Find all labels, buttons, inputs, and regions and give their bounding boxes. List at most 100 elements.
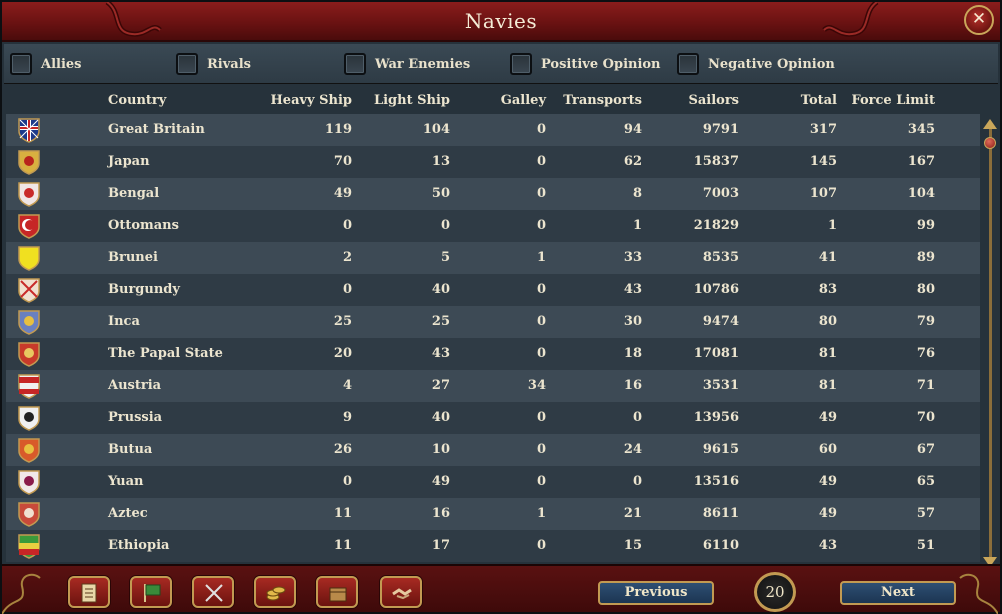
- column-header-galley[interactable]: Galley: [501, 93, 546, 108]
- negative-opinion-checkbox[interactable]: [677, 53, 699, 75]
- inca-flag-icon: [18, 310, 40, 335]
- column-header-total[interactable]: Total: [801, 93, 837, 108]
- column-header-country[interactable]: Country: [108, 93, 166, 108]
- sailors-cell: 13956: [693, 410, 739, 425]
- crossed-swords-icon: [205, 584, 223, 602]
- table-row[interactable]: Austria 4 27 34 16 3531 81 71: [6, 370, 980, 402]
- table-header: Country Heavy Ship Light Ship Galley Tra…: [6, 86, 980, 116]
- filter-positive-opinion[interactable]: Positive Opinion: [510, 52, 661, 76]
- force-limit-cell: 70: [916, 410, 935, 425]
- table-row[interactable]: Great Britain 119 104 0 94 9791 317 345: [6, 114, 980, 146]
- scrollbar[interactable]: [982, 119, 998, 567]
- diplomacy-button[interactable]: [380, 576, 422, 608]
- war-enemies-checkbox[interactable]: [344, 53, 366, 75]
- table-row[interactable]: Ottomans 0 0 0 1 21829 1 99: [6, 210, 980, 242]
- country-name-cell[interactable]: Yuan: [108, 474, 143, 489]
- force-limit-cell: 65: [916, 474, 935, 489]
- column-header-force-limit[interactable]: Force Limit: [851, 93, 935, 108]
- transports-cell: 21: [623, 506, 642, 521]
- country-name-cell[interactable]: The Papal State: [108, 346, 223, 361]
- table-row[interactable]: Butua 26 10 0 24 9615 60 67: [6, 434, 980, 466]
- country-name-cell[interactable]: Ethiopia: [108, 538, 169, 553]
- allies-checkbox[interactable]: [10, 53, 32, 75]
- country-name-cell[interactable]: Japan: [108, 154, 150, 169]
- country-name-cell[interactable]: Inca: [108, 314, 140, 329]
- positive-opinion-checkbox[interactable]: [510, 53, 532, 75]
- filter-rivals[interactable]: Rivals: [176, 52, 251, 76]
- ethiopia-flag-icon: [18, 534, 40, 559]
- close-button[interactable]: ✕: [964, 5, 994, 35]
- table-row[interactable]: Yuan 0 49 0 0 13516 49 65: [6, 466, 980, 498]
- galley-cell: 0: [536, 282, 546, 297]
- column-header-heavy-ship[interactable]: Heavy Ship: [271, 93, 352, 108]
- total-cell: 317: [809, 122, 837, 137]
- table-row[interactable]: Aztec 11 16 1 21 8611 49 57: [6, 498, 980, 530]
- bottom-bar: Previous 20 Next: [2, 564, 1000, 614]
- heavy-ship-cell: 26: [333, 442, 352, 457]
- total-cell: 49: [818, 474, 837, 489]
- economy-button[interactable]: [254, 576, 296, 608]
- sailors-cell: 10786: [693, 282, 739, 297]
- country-name-cell[interactable]: Burgundy: [108, 282, 180, 297]
- filter-label: Positive Opinion: [541, 56, 661, 72]
- military-button[interactable]: [192, 576, 234, 608]
- sailors-cell: 8535: [702, 250, 739, 265]
- next-button[interactable]: Next: [840, 581, 956, 605]
- column-header-sailors[interactable]: Sailors: [688, 93, 739, 108]
- total-cell: 107: [809, 186, 837, 201]
- corner-ornament-icon: [2, 573, 41, 614]
- sailors-cell: 3531: [702, 378, 739, 393]
- galley-cell: 1: [536, 250, 546, 265]
- country-name-cell[interactable]: Austria: [108, 378, 161, 393]
- heavy-ship-cell: 119: [324, 122, 352, 137]
- heavy-ship-cell: 2: [342, 250, 352, 265]
- table-row[interactable]: Ethiopia 11 17 0 15 6110 43 51: [6, 530, 980, 562]
- table-row[interactable]: The Papal State 20 43 0 18 17081 81 76: [6, 338, 980, 370]
- table-row[interactable]: Prussia 9 40 0 0 13956 49 70: [6, 402, 980, 434]
- total-cell: 60: [818, 442, 837, 457]
- galley-cell: 0: [536, 122, 546, 137]
- force-limit-cell: 345: [907, 122, 935, 137]
- galley-cell: 0: [536, 154, 546, 169]
- country-name-cell[interactable]: Aztec: [108, 506, 148, 521]
- heavy-ship-cell: 11: [333, 506, 352, 521]
- column-header-light-ship[interactable]: Light Ship: [374, 93, 450, 108]
- table-row[interactable]: Japan 70 13 0 62 15837 145 167: [6, 146, 980, 178]
- previous-button[interactable]: Previous: [598, 581, 714, 605]
- transports-cell: 30: [623, 314, 642, 329]
- table-row[interactable]: Brunei 2 5 1 33 8535 41 89: [6, 242, 980, 274]
- light-ship-cell: 16: [431, 506, 450, 521]
- prussia-flag-icon: [18, 406, 40, 431]
- rivals-checkbox[interactable]: [176, 53, 198, 75]
- galley-cell: 0: [536, 538, 546, 553]
- sailors-cell: 9474: [702, 314, 739, 329]
- country-name-cell[interactable]: Prussia: [108, 410, 162, 425]
- butua-flag-icon: [18, 438, 40, 463]
- sailors-cell: 8611: [702, 506, 739, 521]
- table-row[interactable]: Bengal 49 50 0 8 7003 107 104: [6, 178, 980, 210]
- japan-flag-icon: [18, 150, 40, 175]
- total-cell: 83: [818, 282, 837, 297]
- scroll-track[interactable]: [989, 129, 992, 557]
- filter-allies[interactable]: Allies: [10, 52, 82, 76]
- ledger-button[interactable]: [68, 576, 110, 608]
- heavy-ship-cell: 49: [333, 186, 352, 201]
- transports-cell: 0: [632, 410, 642, 425]
- light-ship-cell: 5: [440, 250, 450, 265]
- flag-button[interactable]: [130, 576, 172, 608]
- column-header-transports[interactable]: Transports: [563, 93, 642, 108]
- trade-button[interactable]: [316, 576, 358, 608]
- filter-negative-opinion[interactable]: Negative Opinion: [677, 52, 835, 76]
- filter-war-enemies[interactable]: War Enemies: [344, 52, 470, 76]
- transports-cell: 8: [632, 186, 642, 201]
- country-name-cell[interactable]: Great Britain: [108, 122, 205, 137]
- country-name-cell[interactable]: Butua: [108, 442, 152, 457]
- country-name-cell[interactable]: Brunei: [108, 250, 158, 265]
- scroll-thumb[interactable]: [984, 137, 996, 149]
- country-name-cell[interactable]: Ottomans: [108, 218, 179, 233]
- total-cell: 80: [818, 314, 837, 329]
- country-name-cell[interactable]: Bengal: [108, 186, 159, 201]
- table-row[interactable]: Burgundy 0 40 0 43 10786 83 80: [6, 274, 980, 306]
- table-row[interactable]: Inca 25 25 0 30 9474 80 79: [6, 306, 980, 338]
- scroll-up-icon[interactable]: [983, 119, 997, 129]
